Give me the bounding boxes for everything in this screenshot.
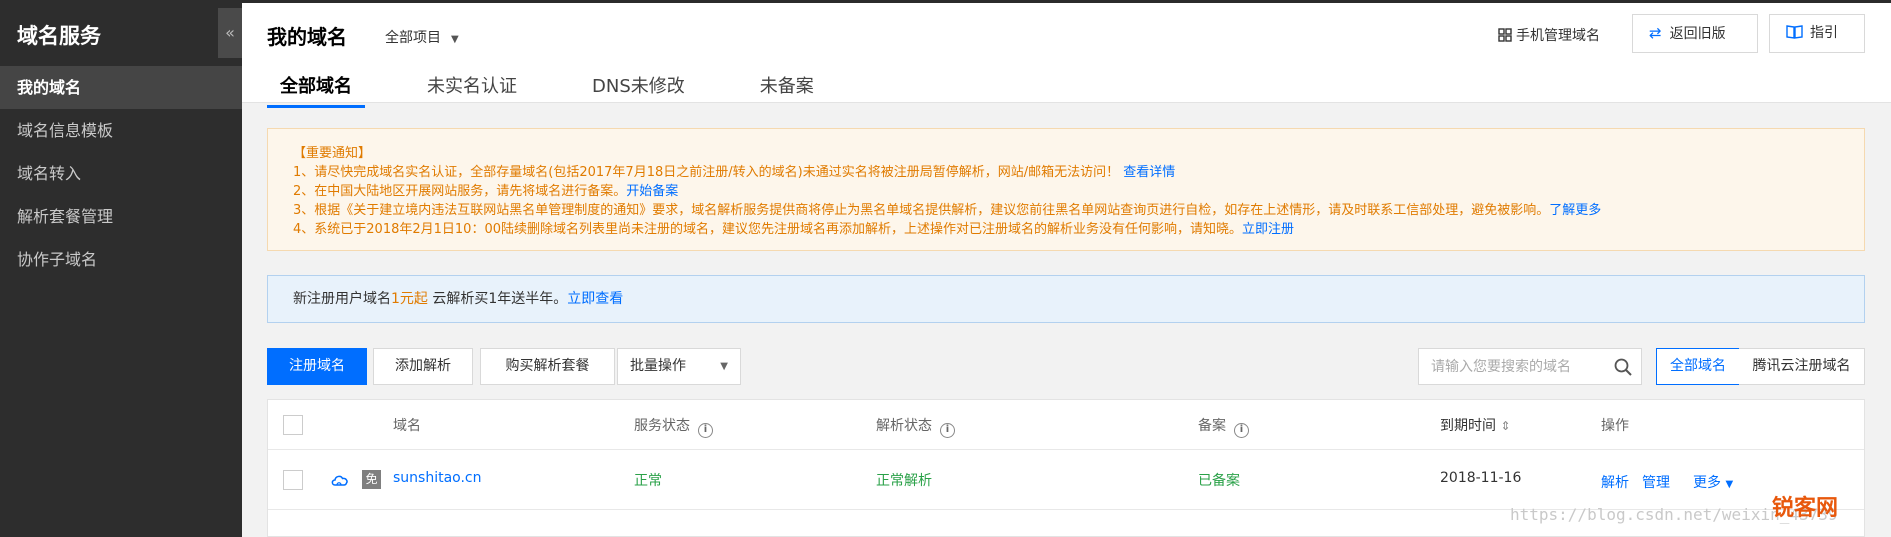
- row-checkbox[interactable]: [283, 470, 303, 490]
- notice-line-3-text: 3、根据《关于建立境内违法互联网站黑名单管理制度的通知》要求，域名解析服务提供商…: [293, 203, 1550, 218]
- important-notice: 【重要通知】 1、请尽快完成域名实名认证，全部存量域名(包括2017年7月18日…: [267, 128, 1865, 251]
- guide-button[interactable]: 指引: [1769, 14, 1865, 53]
- col-service-status-label: 服务状态: [634, 418, 690, 434]
- register-now-link[interactable]: 立即注册: [1242, 222, 1294, 237]
- back-to-old-version-button[interactable]: ⇄ 返回旧版: [1632, 14, 1758, 53]
- buy-dns-package-button[interactable]: 购买解析套餐: [480, 348, 615, 385]
- notice-line-3: 3、根据《关于建立境内违法互联网站黑名单管理制度的通知》要求，域名解析服务提供商…: [293, 201, 1864, 220]
- sidebar-item-my-domains[interactable]: 我的域名: [0, 66, 242, 109]
- free-badge-label: 免: [362, 470, 381, 489]
- service-status-value: 正常: [634, 473, 662, 489]
- promo-text-post: 云解析买1年送半年。: [427, 291, 568, 307]
- sidebar-item-domain-transfer[interactable]: 域名转入: [0, 152, 242, 195]
- tab-all-domains[interactable]: 全部域名: [267, 68, 365, 108]
- cloud-dns-icon: [331, 475, 348, 486]
- add-dns-button[interactable]: 添加解析: [373, 348, 473, 385]
- free-badge: 免: [362, 468, 381, 489]
- action-dns-link[interactable]: 解析: [1601, 472, 1629, 492]
- notice-line-1: 1、请尽快完成域名实名认证，全部存量域名(包括2017年7月18日之前注册/转入…: [293, 163, 1864, 182]
- page-header: 我的域名 全部项目 ▼ 手机管理域名 ⇄ 返回旧版 指引 全部域名 未实名认证 DN…: [242, 3, 1891, 108]
- batch-operation-label: 批量操作: [630, 358, 686, 374]
- search-input[interactable]: [1419, 349, 1609, 384]
- filter-all-domains[interactable]: 全部域名: [1656, 348, 1740, 385]
- action-more-menu[interactable]: 更多 ▼: [1693, 472, 1733, 492]
- col-icp-label: 备案: [1198, 418, 1226, 434]
- notice-line-4: 4、系统已于2018年2月1日10：00陆续删除域名列表里尚未注册的域名，建议您…: [293, 220, 1864, 239]
- domain-search: [1418, 348, 1642, 385]
- guide-label: 指引: [1810, 25, 1838, 41]
- book-icon: [1786, 25, 1803, 39]
- sidebar-header: 域名服务 «: [0, 0, 242, 66]
- table-header: 域名 服务状态 i 解析状态 i 备案 i 到期时间 ⇕ 操作: [268, 400, 1864, 450]
- qr-grid-icon: [1498, 28, 1512, 42]
- caret-down-icon: ▼: [720, 361, 728, 372]
- notice-title: 【重要通知】: [293, 146, 372, 161]
- tab-dns-unmodified[interactable]: DNS未修改: [579, 68, 698, 105]
- mobile-manage-link[interactable]: 手机管理域名: [1498, 25, 1600, 45]
- project-select[interactable]: 全部项目 ▼: [385, 27, 459, 47]
- promo-banner: 新注册用户域名1元起 云解析买1年送半年。立即查看: [267, 275, 1865, 323]
- register-domain-button[interactable]: 注册域名: [267, 348, 367, 385]
- tab-no-icp[interactable]: 未备案: [747, 68, 827, 105]
- tab-unverified[interactable]: 未实名认证: [414, 68, 530, 105]
- learn-more-link[interactable]: 了解更多: [1549, 203, 1601, 218]
- sidebar-item-dns-package[interactable]: 解析套餐管理: [0, 195, 242, 238]
- mobile-manage-label: 手机管理域名: [1516, 28, 1600, 44]
- sidebar: 域名服务 « 我的域名 域名信息模板 域名转入 解析套餐管理 协作子域名: [0, 0, 242, 537]
- batch-operation-select[interactable]: 批量操作 ▼: [617, 348, 741, 385]
- select-all-checkbox[interactable]: [283, 415, 303, 435]
- view-details-link[interactable]: 查看详情: [1123, 165, 1175, 180]
- action-manage-link[interactable]: 管理: [1642, 472, 1670, 492]
- col-expire-sort[interactable]: 到期时间 ⇕: [1440, 415, 1511, 435]
- back-label: 返回旧版: [1669, 26, 1726, 42]
- dns-status-value: 正常解析: [876, 473, 932, 489]
- notice-line-2-text: 2、在中国大陆地区开展网站服务，请先将域名进行备案。: [293, 184, 627, 199]
- col-dns-status: 解析状态 i: [876, 415, 955, 438]
- expire-date: 2018-11-16: [1440, 470, 1522, 486]
- start-icp-link[interactable]: 开始备案: [626, 184, 678, 199]
- notice-line-1-text: 1、请尽快完成域名实名认证，全部存量域名(包括2017年7月18日之前注册/转入…: [293, 165, 1120, 180]
- icp-status-value: 已备案: [1198, 473, 1240, 489]
- info-icon[interactable]: i: [1234, 423, 1249, 438]
- collapse-sidebar-icon[interactable]: «: [218, 8, 242, 58]
- col-icp: 备案 i: [1198, 415, 1249, 438]
- notice-line-2: 2、在中国大陆地区开展网站服务，请先将域名进行备案。开始备案: [293, 182, 1864, 201]
- page-title: 我的域名: [267, 25, 347, 49]
- table-row: 免 sunshitao.cn 正常 正常解析 已备案 2018-11-16 解析…: [268, 450, 1864, 510]
- col-dns-status-label: 解析状态: [876, 418, 932, 434]
- col-service-status: 服务状态 i: [634, 415, 713, 438]
- site-logo: 锐客网: [1772, 496, 1839, 521]
- promo-highlight: 1元起: [391, 291, 428, 307]
- info-icon[interactable]: i: [698, 423, 713, 438]
- sidebar-title: 域名服务: [17, 24, 101, 48]
- search-icon[interactable]: [1613, 357, 1633, 377]
- col-actions: 操作: [1601, 418, 1629, 434]
- col-expire-label: 到期时间: [1440, 418, 1496, 434]
- caret-down-icon: ▼: [1725, 479, 1734, 490]
- filter-tencent-domains[interactable]: 腾讯云注册域名: [1739, 348, 1865, 385]
- project-select-value: 全部项目: [385, 30, 441, 46]
- switch-arrows-icon: ⇄: [1649, 24, 1662, 42]
- action-more-label: 更多: [1693, 475, 1721, 491]
- col-domain: 域名: [393, 418, 421, 434]
- info-icon[interactable]: i: [940, 423, 955, 438]
- caret-down-icon: ▼: [451, 34, 459, 45]
- sidebar-item-domain-template[interactable]: 域名信息模板: [0, 109, 242, 152]
- sidebar-item-sub-domain[interactable]: 协作子域名: [0, 238, 242, 281]
- sort-icon: ⇕: [1500, 419, 1511, 433]
- domain-name-link[interactable]: sunshitao.cn: [393, 470, 482, 486]
- view-now-link[interactable]: 立即查看: [567, 291, 623, 307]
- notice-line-4-text: 4、系统已于2018年2月1日10：00陆续删除域名列表里尚未注册的域名，建议您…: [293, 222, 1242, 237]
- promo-text-pre: 新注册用户域名: [293, 291, 391, 307]
- domain-tabs: 全部域名 未实名认证 DNS未修改 未备案: [267, 68, 876, 108]
